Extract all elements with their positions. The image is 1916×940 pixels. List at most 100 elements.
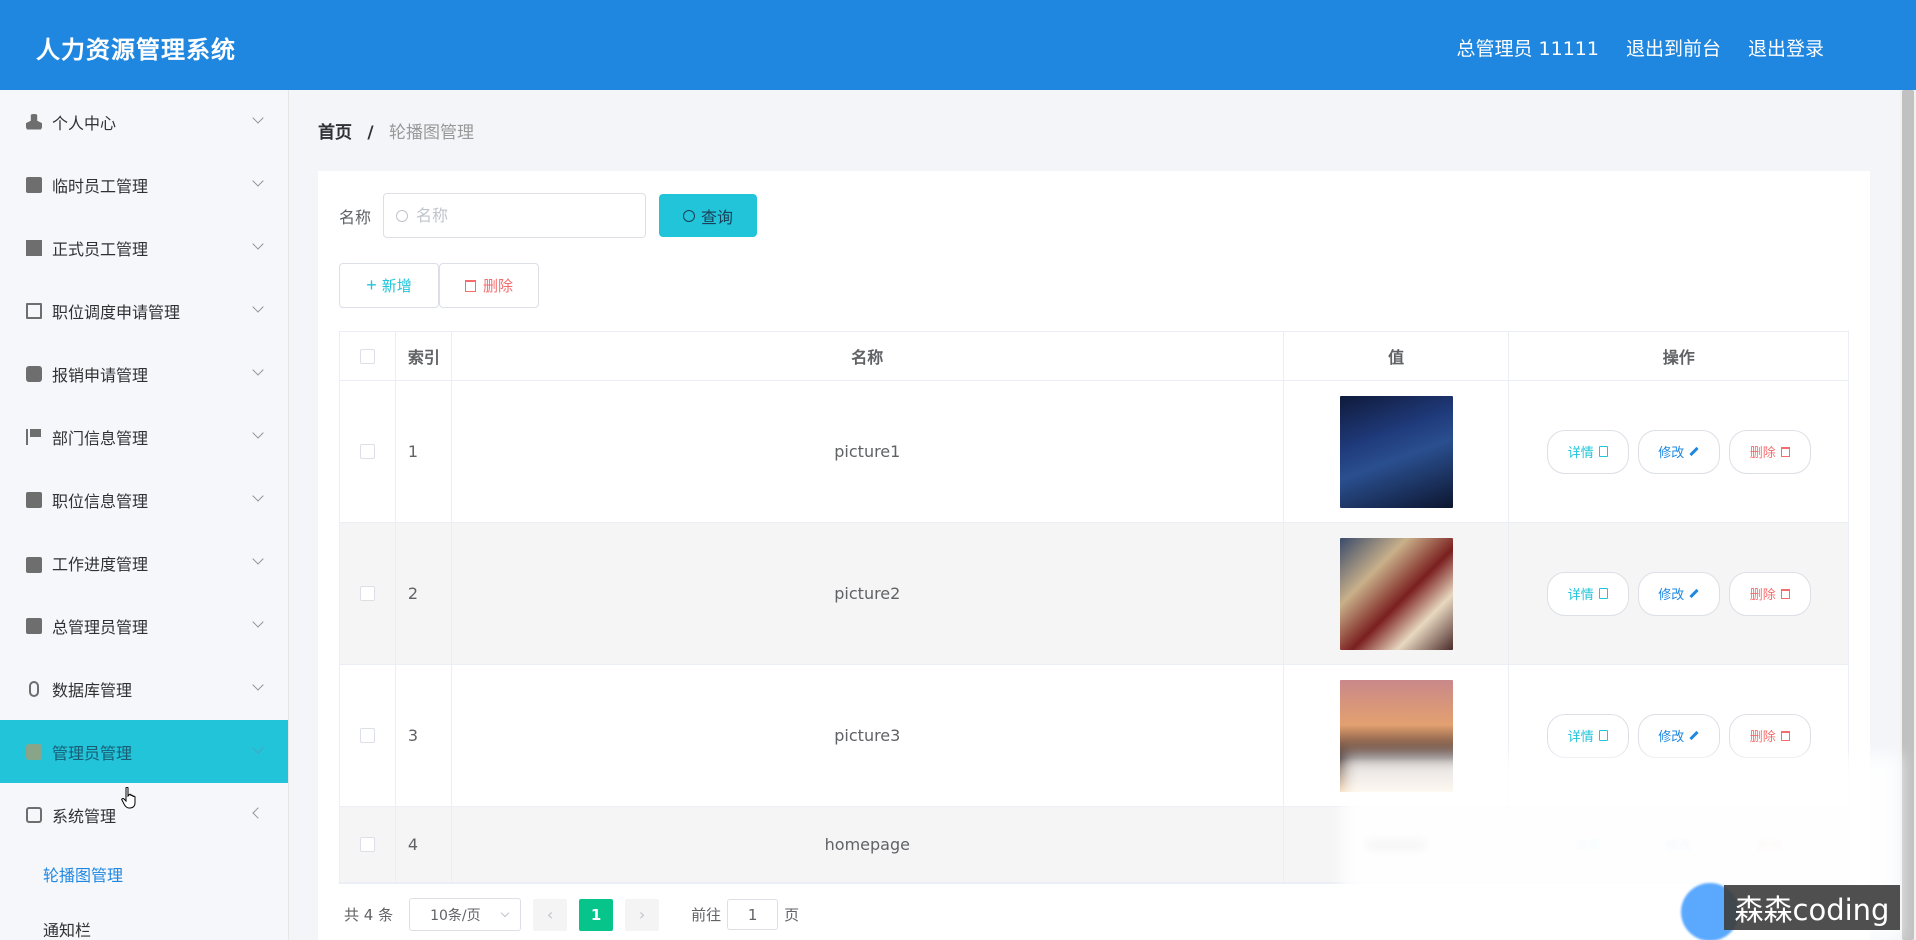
message-icon [26,806,42,823]
add-button[interactable]: + 新增 [339,263,439,308]
pencil-icon [1689,730,1699,741]
admin-icon [26,743,42,760]
header-index: 索引 [396,332,452,380]
page-scrollbar[interactable] [1900,90,1916,940]
sidebar-item-system[interactable]: 系统管理 [0,783,288,846]
chevron-down-icon [252,490,264,502]
query-button-label: 查询 [701,209,734,227]
chevron-down-icon [252,238,264,250]
document-icon [1598,446,1608,457]
sidebar-item-label: 管理员管理 [52,743,133,763]
detail-label: 详情 [1567,587,1594,602]
search-form: 名称 查询 [339,193,758,238]
sidebar-item-reimburse[interactable]: 报销申请管理 [0,342,288,405]
table-row: 2 picture2 详情 修改 删除 [340,523,1848,665]
edit-label: 修改 [1658,729,1685,744]
pencil-icon [1689,446,1699,457]
edit-button[interactable]: 修改 [1637,429,1720,474]
row-checkbox[interactable] [359,837,375,852]
next-page-button[interactable]: › [625,898,660,931]
detail-button[interactable]: 详情 [1546,429,1629,474]
row-name: picture1 [452,381,1284,522]
scrollbar-thumb[interactable] [1902,90,1914,940]
detail-button[interactable]: 详情 [1546,571,1629,616]
chevron-down-icon [252,679,264,691]
delete-button[interactable]: 删除 [1728,571,1811,616]
sidebar-item-database[interactable]: 数据库管理 [0,657,288,720]
sidebar-item-transfer[interactable]: 职位调度申请管理 [0,279,288,342]
goto-page: 前往 页 [691,899,799,930]
select-all-checkbox[interactable] [359,348,375,364]
goto-suffix: 页 [784,906,800,924]
delete-label: 删除 [1749,729,1776,744]
sidebar-item-super-admin[interactable]: 总管理员管理 [0,594,288,657]
row-checkbox[interactable] [359,586,375,601]
app-title: 人力资源管理系统 [36,36,236,64]
row-index: 1 [396,381,452,522]
search-icon [396,209,409,222]
row-name: homepage [452,807,1284,882]
row-checkbox[interactable] [359,444,375,459]
header-operations: 操作 [1662,348,1695,367]
delete-button[interactable]: 删除 [1728,713,1811,758]
edit-button[interactable]: 修改 [1637,571,1720,616]
sidebar-item-admin[interactable]: 管理员管理 [0,720,288,783]
page-number-active[interactable]: 1 [579,898,614,931]
page-size-value: 10条/页 [430,907,481,924]
row-operations: 详情 修改 删除 [1509,381,1848,522]
carousel-thumbnail [1339,537,1453,650]
pagination: 共 4 条 10条/页 ‹ 1 › 前往 页 [344,898,799,931]
batch-delete-button[interactable]: 删除 [439,263,539,308]
user-icon [26,113,42,130]
stamp-icon [26,491,42,508]
page-size-select[interactable]: 10条/页 [409,898,522,931]
row-value-cell [1284,381,1510,522]
breadcrumb-separator: / [367,123,374,143]
add-button-label: 新增 [381,278,412,295]
row-checkbox[interactable] [359,728,375,743]
logout-link[interactable]: 退出登录 [1748,34,1824,61]
query-button[interactable]: 查询 [659,194,758,237]
sidebar: 个人中心 临时员工管理 正式员工管理 职位调度申请管理 报销申请管理 部门信息管… [0,90,289,940]
sidebar-subitem-carousel[interactable]: 轮播图管理 [0,846,288,901]
chevron-down-icon [252,301,264,313]
exit-front-link[interactable]: 退出到前台 [1626,34,1721,61]
prev-page-button[interactable]: ‹ [533,898,568,931]
search-input[interactable] [416,206,617,225]
sidebar-item-label: 总管理员管理 [52,617,149,637]
chevron-down-icon [252,742,264,754]
sidebar-item-label: 临时员工管理 [52,176,149,196]
sidebar-item-position[interactable]: 职位信息管理 [0,468,288,531]
chat-icon [26,365,42,382]
delete-label: 删除 [1749,445,1776,460]
trash-icon [1780,588,1790,599]
detail-button[interactable]: 详情 [1546,713,1629,758]
search-box[interactable] [383,193,647,238]
sidebar-subitem-notice[interactable]: 通知栏 [0,901,288,940]
chevron-down-icon [252,553,264,565]
microphone-icon [29,680,39,697]
select-all-cell [340,332,396,380]
sidebar-item-progress[interactable]: 工作进度管理 [0,531,288,594]
sidebar-item-department[interactable]: 部门信息管理 [0,405,288,468]
sidebar-item-personal[interactable]: 个人中心 [0,90,288,153]
edit-label: 修改 [1658,445,1685,460]
clipboard-icon [26,176,42,193]
edit-button[interactable]: 修改 [1637,713,1720,758]
sidebar-item-formal-staff[interactable]: 正式员工管理 [0,216,288,279]
row-check-cell [340,807,396,882]
trash-icon [1780,446,1790,457]
table-header: 索引 名称 值 操作 [340,332,1848,381]
breadcrumb: 首页 / 轮播图管理 [318,118,474,143]
goto-page-input[interactable] [727,899,779,930]
plus-icon: + [366,275,377,295]
chevron-down-icon [252,616,264,628]
crop-icon [26,302,42,319]
delete-button[interactable]: 删除 [1728,429,1811,474]
row-index: 4 [396,807,452,882]
sidebar-item-label: 报销申请管理 [52,365,149,385]
sidebar-item-temp-staff[interactable]: 临时员工管理 [0,153,288,216]
breadcrumb-home[interactable]: 首页 [318,123,352,143]
row-operations: 详情 修改 删除 [1509,523,1848,664]
sidebar-item-label: 正式员工管理 [52,239,149,259]
